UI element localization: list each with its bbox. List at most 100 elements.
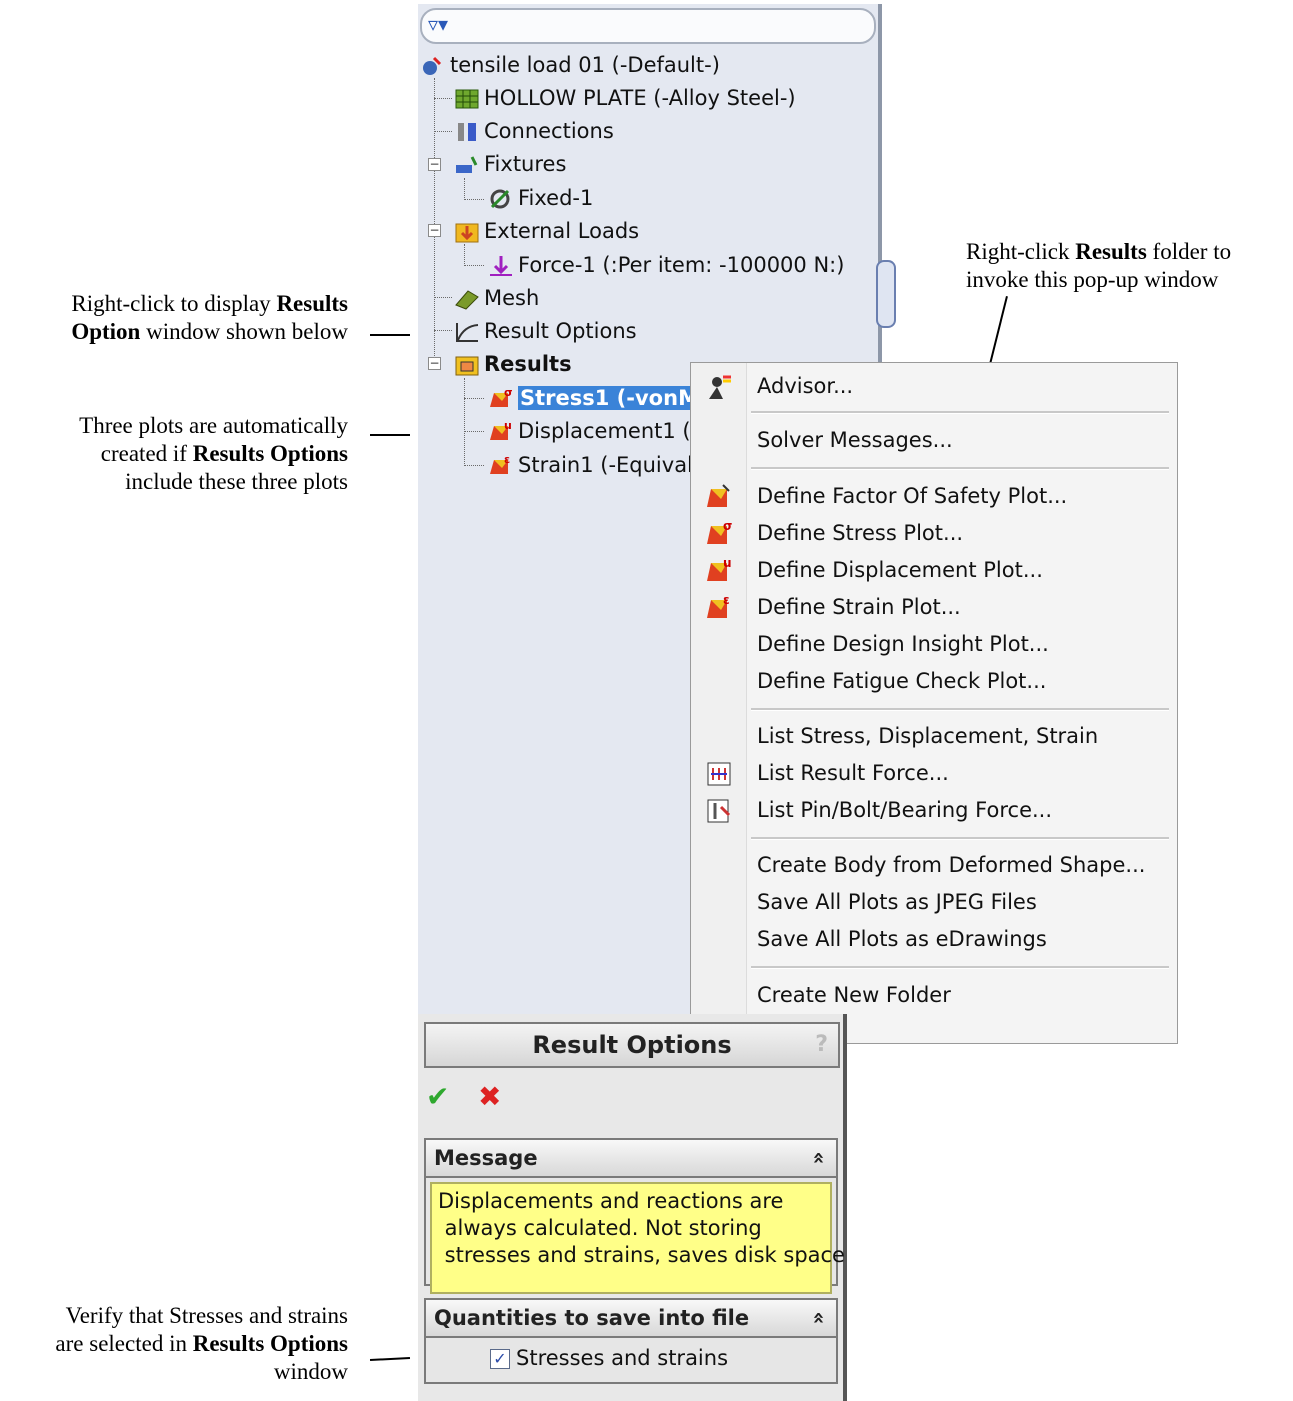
tree-item-strain1[interactable]: ε Strain1 (-Equivale — [488, 450, 706, 480]
menu-separator — [751, 966, 1169, 969]
tree-item-label: Results — [484, 352, 572, 376]
panel-resize-handle[interactable] — [876, 260, 896, 328]
message-group-header[interactable]: Message « — [426, 1140, 836, 1178]
tree-item-mesh[interactable]: Mesh — [454, 283, 539, 313]
fixtures-icon — [454, 153, 480, 177]
tree-line — [464, 431, 484, 432]
results-context-menu: Advisor... Solver Messages... Define Fac… — [690, 362, 1178, 1044]
annotation-result-options: Right-click to display Results Option wi… — [71, 291, 348, 344]
tree-line — [464, 265, 484, 266]
annotation-verify: Verify that Stresses and strains are sel… — [55, 1303, 348, 1384]
tree-item-label: External Loads — [484, 219, 640, 243]
tree-item-label: Strain1 (-Equivale — [518, 453, 706, 477]
ok-check-icon[interactable]: ✔ — [426, 1080, 449, 1113]
message-group-title: Message — [434, 1146, 538, 1170]
force-arrow-icon — [488, 254, 514, 278]
collapse-chevron-icon[interactable]: « — [802, 1152, 838, 1165]
tree-line — [464, 398, 484, 399]
tree-line — [464, 178, 465, 200]
leader-line-result-options — [370, 334, 410, 336]
factor-of-safety-plot-icon — [705, 483, 733, 511]
svg-text:u: u — [504, 420, 512, 432]
menu-item-save-plots-edrawings[interactable]: Save All Plots as eDrawings — [757, 924, 1047, 954]
tree-item-label: HOLLOW PLATE (-Alloy Steel-) — [484, 86, 796, 110]
tree-item-force-1[interactable]: Force-1 (:Per item: -100000 N:) — [488, 250, 844, 280]
menu-item-list-stress-displacement-strain[interactable]: List Stress, Displacement, Strain — [757, 721, 1098, 751]
results-folder-icon — [454, 353, 480, 377]
list-result-force-icon — [705, 760, 733, 788]
tree-item-label: Fixed-1 — [518, 186, 594, 210]
menu-item-save-plots-jpeg[interactable]: Save All Plots as JPEG Files — [757, 887, 1037, 917]
external-loads-icon — [454, 220, 480, 244]
leader-line-verify — [369, 1356, 411, 1362]
tree-item-label: Displacement1 (- — [518, 419, 699, 443]
tree-item-result-options[interactable]: Result Options — [454, 316, 637, 346]
tree-item-label: Force-1 (:Per item: -100000 N:) — [518, 253, 845, 277]
mesh-icon — [454, 287, 480, 311]
menu-separator — [751, 467, 1169, 470]
tree-line — [434, 98, 452, 99]
tree-item-displacement1[interactable]: u Displacement1 (- — [488, 416, 698, 446]
menu-item-create-new-folder[interactable]: Create New Folder — [757, 980, 951, 1010]
menu-item-create-body-from-deformed-shape[interactable]: Create Body from Deformed Shape... — [757, 850, 1145, 880]
tree-line — [464, 244, 465, 266]
menu-item-define-fatigue-check-plot[interactable]: Define Fatigue Check Plot... — [757, 666, 1046, 696]
quantities-group: Quantities to save into file « ✓ Stresses… — [424, 1298, 838, 1384]
stress-plot-icon: σ — [705, 519, 733, 548]
collapse-fixtures-toggle[interactable]: − — [428, 158, 441, 171]
cancel-x-icon[interactable]: ✖ — [478, 1080, 501, 1113]
collapse-results-toggle[interactable]: − — [428, 357, 441, 370]
tree-item-fixtures[interactable]: Fixtures — [454, 149, 566, 179]
displacement-plot-icon: u — [488, 419, 514, 444]
tree-item-label: Fixtures — [484, 152, 567, 176]
tree-line — [434, 330, 452, 331]
menu-separator — [751, 837, 1169, 840]
menu-item-advisor[interactable]: Advisor... — [757, 371, 853, 401]
tree-item-part[interactable]: HOLLOW PLATE (-Alloy Steel-) — [454, 83, 796, 113]
menu-item-define-strain-plot[interactable]: Define Strain Plot... — [757, 592, 961, 622]
stress-plot-icon: σ — [488, 386, 514, 411]
quantities-group-header[interactable]: Quantities to save into file « — [426, 1300, 836, 1338]
tree-item-external-loads[interactable]: External Loads — [454, 216, 639, 246]
tree-item-label: Mesh — [484, 286, 540, 310]
filter-icon[interactable]: ▿▾ — [428, 12, 448, 36]
result-options-graph-icon — [454, 320, 480, 344]
tree-item-study[interactable]: tensile load 01 (-Default-) — [420, 50, 720, 80]
study-icon — [420, 54, 446, 78]
menu-separator — [751, 411, 1169, 414]
menu-icon-gutter — [691, 363, 747, 1043]
stresses-strains-checkbox[interactable]: ✓ — [490, 1349, 510, 1369]
list-pin-bolt-bearing-icon — [705, 797, 733, 825]
menu-item-solver-messages[interactable]: Solver Messages... — [757, 425, 953, 455]
menu-item-define-fos-plot[interactable]: Define Factor Of Safety Plot... — [757, 481, 1067, 511]
menu-item-define-design-insight-plot[interactable]: Define Design Insight Plot... — [757, 629, 1049, 659]
collapse-external-loads-toggle[interactable]: − — [428, 224, 441, 237]
collapse-chevron-icon[interactable]: « — [802, 1312, 838, 1325]
tree-item-label: Connections — [484, 119, 614, 143]
tree-line — [464, 199, 484, 200]
stresses-strains-checkbox-row[interactable]: ✓ Stresses and strains — [426, 1338, 836, 1370]
tree-filter-bar[interactable]: ▿▾ — [420, 8, 876, 44]
tree-item-stress1[interactable]: σ Stress1 (-vonMis — [488, 383, 721, 413]
tree-item-label: tensile load 01 (-Default-) — [450, 53, 720, 77]
tree-item-label: Result Options — [484, 319, 637, 343]
annotation-three-plots: Three plots are automatically created if… — [79, 413, 348, 494]
connections-icon — [454, 120, 480, 144]
menu-item-define-displacement-plot[interactable]: Define Displacement Plot... — [757, 555, 1043, 585]
menu-item-list-pin-bolt-bearing-force[interactable]: List Pin/Bolt/Bearing Force... — [757, 795, 1052, 825]
tree-item-results[interactable]: Results — [454, 349, 572, 379]
tree-item-fixed-1[interactable]: Fixed-1 — [488, 183, 593, 213]
tree-item-connections[interactable]: Connections — [454, 116, 614, 146]
tree-line — [434, 297, 452, 298]
tree-line — [464, 465, 484, 466]
leader-line-three-plots — [370, 434, 410, 436]
result-options-title-bar: Result Options ? — [424, 1022, 840, 1068]
svg-text:ε: ε — [723, 594, 730, 607]
svg-text:σ: σ — [723, 520, 732, 533]
svg-text:ε: ε — [504, 454, 510, 466]
menu-item-list-result-force[interactable]: List Result Force... — [757, 758, 949, 788]
fixed-geometry-icon — [488, 187, 514, 211]
menu-item-define-stress-plot[interactable]: Define Stress Plot... — [757, 518, 963, 548]
svg-text:σ: σ — [504, 387, 513, 399]
help-icon[interactable]: ? — [815, 1024, 828, 1066]
